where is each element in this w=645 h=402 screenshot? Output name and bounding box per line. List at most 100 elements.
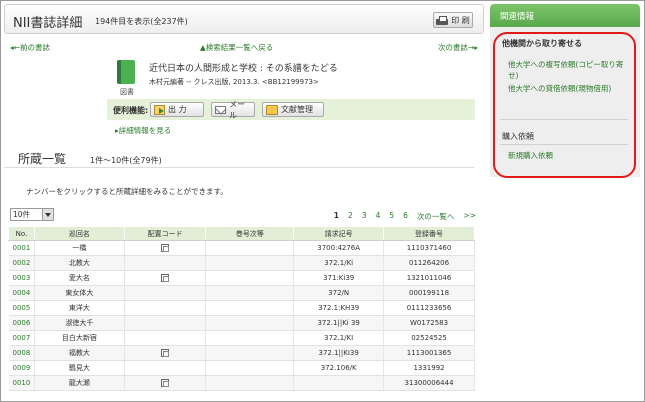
- table-row: 0005 東洋大 372.1:KH39 0111233656: [8, 300, 475, 316]
- holding-location: 東女体大: [34, 285, 125, 301]
- sidebar-divider: [500, 119, 628, 120]
- main-panel: NII書誌詳細 194件目を表示(全237件) 印 刷 ◂←前の書誌 ▲検索結果…: [4, 4, 484, 398]
- registration-number: W0172583: [383, 315, 475, 331]
- holding-number-link[interactable]: 0001: [8, 240, 35, 256]
- detail-info-link[interactable]: ▸詳細情報を見る: [115, 125, 171, 136]
- folder-icon: [266, 104, 278, 115]
- holdings-header: 所蔵一覧 1件〜10件(全79件): [4, 146, 474, 168]
- registration-number: 1113001365: [383, 345, 475, 361]
- registration-number: 000199118: [383, 285, 475, 301]
- table-row: 0006 淑徳大千 372.1||Ki 39 W0172583: [8, 315, 475, 331]
- print-button[interactable]: 印 刷: [433, 12, 473, 28]
- column-header: 登録番号: [383, 226, 475, 241]
- output-label: 出 力: [168, 105, 187, 114]
- registration-number: 1110371460: [383, 240, 475, 256]
- page-link-5[interactable]: 5: [389, 211, 394, 222]
- material-type: 図書: [120, 88, 134, 96]
- call-number: 372/N: [293, 285, 385, 301]
- holdings-range: 1件〜10件(全79件): [90, 156, 162, 165]
- holding-number-link[interactable]: 0003: [8, 270, 35, 286]
- volume-info: [205, 300, 295, 316]
- reference-manager-button[interactable]: 文献管理: [262, 102, 324, 117]
- holdings-body: 0001 一橋 3700:4276A 1110371460 0002 北教大 372.1/K…: [8, 240, 475, 391]
- registration-number: 0111233656: [383, 300, 475, 316]
- holding-location: 東洋大: [34, 300, 125, 316]
- back-to-results-link[interactable]: ▲検索結果一覧へ戻る: [200, 42, 273, 53]
- last-page-link[interactable]: >>: [463, 211, 476, 222]
- image-icon[interactable]: [161, 379, 170, 387]
- call-number: 372.1/KI: [293, 330, 385, 346]
- holding-location: 龍大瀬: [34, 375, 125, 391]
- reference-manager-label: 文献管理: [281, 105, 313, 114]
- page-link-1[interactable]: 1: [334, 211, 339, 222]
- placement-code: [124, 240, 207, 256]
- table-row: 0010 龍大瀬 31300006444: [8, 375, 475, 391]
- next-record-link[interactable]: 次の書誌→▸: [438, 42, 478, 53]
- image-icon[interactable]: [161, 274, 170, 282]
- output-button[interactable]: 出 力: [150, 102, 204, 117]
- holding-location: 淑徳大千: [34, 315, 125, 331]
- purchase-request-link[interactable]: 新規購入依頼: [508, 150, 626, 161]
- sidebar-section-purchase: 購入依頼: [502, 132, 534, 141]
- holding-number-link[interactable]: 0010: [8, 375, 35, 391]
- tools-bar: 便利機能: 出 力 メール 文献管理: [107, 99, 475, 120]
- call-number: 3700:4276A: [293, 240, 385, 256]
- placement-code: [124, 270, 207, 286]
- holding-location: 福教大: [34, 345, 125, 361]
- next-page-link[interactable]: 次の一覧へ: [417, 211, 455, 222]
- page-link-3[interactable]: 3: [362, 211, 367, 222]
- page-link-2[interactable]: 2: [348, 211, 353, 222]
- mail-button[interactable]: メール: [211, 100, 255, 120]
- placement-code: [124, 285, 207, 301]
- call-number: 372.1:KH39: [293, 300, 385, 316]
- holdings-hint: ナンバーをクリックすると所蔵詳細をみることができます。: [26, 187, 228, 196]
- holding-number-link[interactable]: 0004: [8, 285, 35, 301]
- table-row: 0004 東女体大 372/N 000199118: [8, 285, 475, 301]
- related-info-sidebar: 関連情報 他機関から取り寄せる 他大学への複写依頼(コピー取り寄せ) 他大学への…: [490, 4, 640, 398]
- image-icon[interactable]: [161, 349, 170, 357]
- call-number: 372.106/K: [293, 360, 385, 376]
- book-icon: [117, 60, 135, 84]
- holding-number-link[interactable]: 0005: [8, 300, 35, 316]
- book-title: 近代日本の人間形成と学校 : その系譜をたどる: [149, 64, 338, 74]
- column-header: 請求記号: [293, 226, 385, 241]
- holding-number-link[interactable]: 0008: [8, 345, 35, 361]
- placement-code: [124, 330, 207, 346]
- table-row: 0002 北教大 372.1/Ki 011264206: [8, 255, 475, 271]
- placement-code: [124, 360, 207, 376]
- column-header: 巡回名: [33, 226, 125, 241]
- placement-code: [124, 255, 207, 271]
- holding-number-link[interactable]: 0002: [8, 255, 35, 271]
- holding-location: 鶴見大: [34, 360, 125, 376]
- table-row: 0001 一橋 3700:4276A 1110371460: [8, 240, 475, 256]
- sidebar-header: 関連情報: [490, 4, 640, 27]
- page-link-6[interactable]: 6: [403, 211, 408, 222]
- sidebar-divider: [500, 144, 628, 145]
- loan-request-link[interactable]: 他大学への貸借依頼(現物借用): [508, 83, 626, 94]
- volume-info: [205, 270, 295, 286]
- table-header-row: No. 巡回名 配置コード 巻号次等 請求記号 登録番号: [8, 226, 475, 241]
- book-author: 木村元編著 -- クレス出版, 2013.3. <BB12199973>: [149, 78, 319, 86]
- copy-request-link[interactable]: 他大学への複写依頼(コピー取り寄せ): [508, 59, 626, 81]
- column-header: 配置コード: [123, 226, 207, 241]
- registration-number: 31300006444: [383, 375, 475, 391]
- image-icon[interactable]: [161, 244, 170, 252]
- page-link-4[interactable]: 4: [376, 211, 381, 222]
- holding-number-link[interactable]: 0007: [8, 330, 35, 346]
- call-number: 372.1||Ki 39: [293, 315, 385, 331]
- mail-icon: [215, 105, 227, 114]
- chevron-down-icon[interactable]: [42, 209, 53, 220]
- per-page-value: 10件: [13, 210, 31, 219]
- volume-info: [205, 345, 295, 361]
- prev-record-link[interactable]: ◂←前の書誌: [10, 42, 50, 53]
- page-title: NII書誌詳細: [13, 16, 83, 31]
- holdings-table: No. 巡回名 配置コード 巻号次等 請求記号 登録番号 0001 一橋 3700:…: [8, 226, 475, 391]
- registration-number: 011264206: [383, 255, 475, 271]
- call-number: 372.1||KI39: [293, 345, 385, 361]
- per-page-select[interactable]: 10件: [10, 208, 54, 221]
- holding-number-link[interactable]: 0006: [8, 315, 35, 331]
- table-row: 0009 鶴見大 372.106/K 1331992: [8, 360, 475, 376]
- holding-number-link[interactable]: 0009: [8, 360, 35, 376]
- result-count: 194件目を表示(全237件): [95, 17, 188, 26]
- volume-info: [205, 285, 295, 301]
